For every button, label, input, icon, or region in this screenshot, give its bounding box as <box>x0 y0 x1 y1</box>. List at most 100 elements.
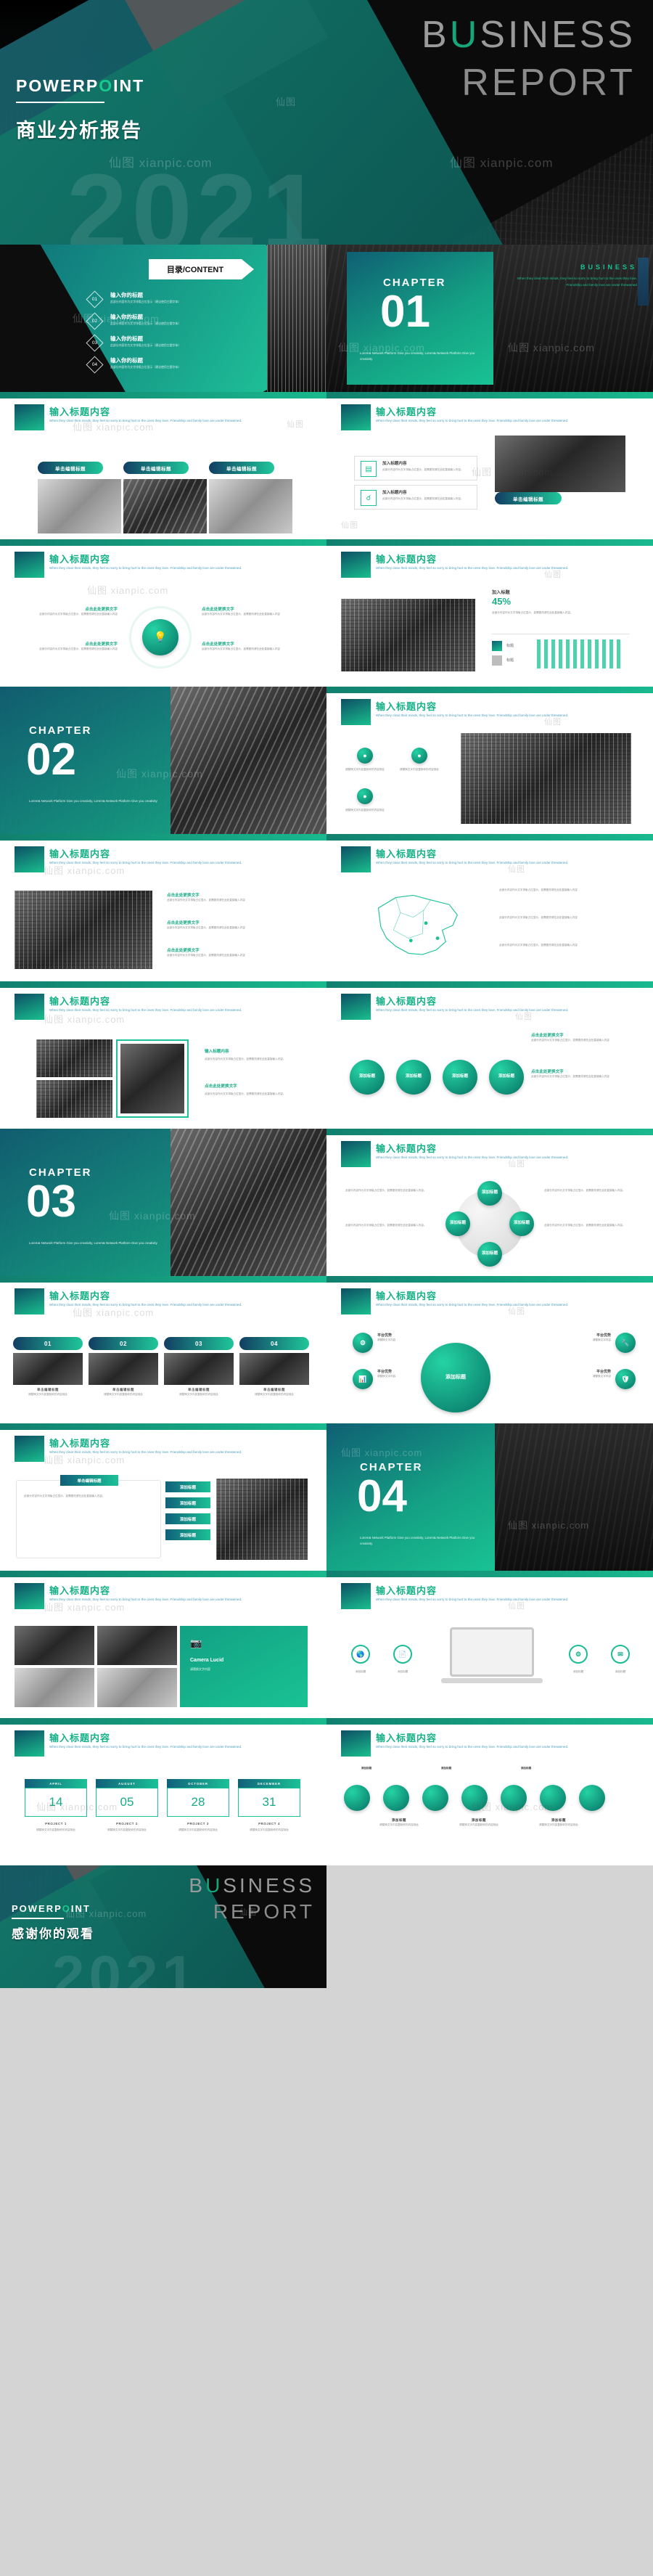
wheel-spoke[interactable]: 添加标题 <box>477 1181 502 1206</box>
sub-tag[interactable]: 添加标题 <box>165 1529 210 1540</box>
wheel-spoke[interactable]: 添加标题 <box>509 1211 534 1236</box>
wheel-spoke[interactable]: 添加标题 <box>477 1242 502 1267</box>
number-item[interactable]: 02 单击编辑标题 请替换文字内容复制你的内容到此 <box>89 1337 158 1397</box>
circle-item[interactable]: 添加标题 <box>396 1060 431 1095</box>
wheel-note[interactable]: 此部分内容作为文字排版占位显示，如需更改请在此处直接输入内容。 <box>544 1223 631 1228</box>
bead[interactable] <box>461 1785 488 1811</box>
bead-item[interactable]: 添加标题 请替换文字内容复制你的内容到此 <box>370 1818 428 1828</box>
wrench-icon[interactable]: 🔧 <box>615 1333 636 1353</box>
shield-icon[interactable]: 🛡 <box>615 1369 636 1389</box>
point-item[interactable]: 点击此处更换文字 此部分内容作为文字排版占位显示，如需更改请在此处直接输入内容 <box>167 892 305 903</box>
bead[interactable] <box>501 1785 527 1811</box>
globe-icon[interactable]: 🌎 <box>351 1645 370 1664</box>
wheel-note[interactable]: 此部分内容作为文字排版占位显示，如需更改请在此处直接输入内容。 <box>544 1188 631 1193</box>
timeline-item[interactable]: DECEMBER 31 PROJECT 4 请替换文字内容复制你的内容到此 <box>238 1779 300 1833</box>
point-item[interactable]: 点击此处更换文字 此部分内容作为文字排版占位显示，如需更改请在此处直接输入内容 <box>531 1068 633 1079</box>
wheel-note[interactable]: 此部分内容作为文字排版占位显示，如需更改请在此处直接输入内容。 <box>345 1188 432 1193</box>
gear-icon[interactable]: ⚙ <box>569 1645 588 1664</box>
big-circle-item[interactable]: 平台优势 请替换文字内容 <box>567 1369 611 1379</box>
sub-tag[interactable]: 添加标题 <box>165 1497 210 1508</box>
ending-pp-part1: POWERP <box>12 1903 62 1914</box>
big-circle-item[interactable]: 平台优势 请替换文字内容 <box>567 1333 611 1343</box>
slide-subtitle: When they clear their minds, they feel s… <box>49 861 242 864</box>
toc-item[interactable]: 01 输入你的标题 此部分内容作为文字排版占位显示（建议使用主题字体） <box>86 290 313 313</box>
title-accent-square <box>15 1730 44 1757</box>
point-body: 此部分内容作为文字排版占位显示，如需更改请在此处直接输入内容 <box>39 613 118 616</box>
bead-item[interactable]: 添加标题 请替换文字内容复制你的内容到此 <box>530 1818 588 1828</box>
slide-subtitle: When they clear their minds, they feel s… <box>376 566 569 570</box>
point-item[interactable]: 点击此处更换文字 此部分内容作为文字排版占位显示，如需更改请在此处直接输入内容 <box>202 606 303 617</box>
slide-title: 输入标题内容 <box>376 1143 438 1154</box>
bead[interactable] <box>579 1785 605 1811</box>
bead[interactable] <box>540 1785 566 1811</box>
point-item[interactable]: 点击此处更换文字 此部分内容作为文字排版占位显示，如需更改请在此处直接输入内容 <box>16 606 118 617</box>
doc-icon[interactable]: 📄 <box>393 1645 412 1664</box>
timeline-item[interactable]: APRIL 14 PROJECT 1 请替换文字内容复制你的内容到此 <box>25 1779 87 1833</box>
ending-biz-part1: B <box>189 1874 206 1897</box>
wheel-spoke[interactable]: 添加标题 <box>445 1211 470 1236</box>
cover-divider <box>16 102 104 103</box>
number-item[interactable]: 03 单击编辑标题 请替换文字内容复制你的内容到此 <box>164 1337 234 1397</box>
toc-item[interactable]: 02 输入你的标题 此部分内容作为文字排版占位显示（建议使用主题字体） <box>86 312 313 335</box>
sub-tag[interactable]: 添加标题 <box>165 1513 210 1524</box>
edit-title-button[interactable]: 单击编辑标题 <box>38 462 103 474</box>
number-item[interactable]: 04 单击编辑标题 请替换文字内容复制你的内容到此 <box>239 1337 309 1397</box>
timeline-item[interactable]: OCTOBER 28 PROJECT 3 请替换文字内容复制你的内容到此 <box>167 1779 229 1833</box>
slide-topbar <box>326 1129 653 1135</box>
slide-title: 输入标题内容 <box>49 554 111 565</box>
toc-item[interactable]: 04 输入你的标题 此部分内容作为文字排版占位显示（建议使用主题字体） <box>86 356 313 378</box>
cover-biz-part2: SINESS <box>480 14 636 56</box>
circle-item[interactable]: 添加标题 <box>489 1060 524 1095</box>
photo-grid-badge[interactable]: 📷 Camera Lucid 请替换文字内容 <box>180 1626 308 1707</box>
cover-pp-part1: POWERP <box>16 76 99 95</box>
big-circle-item[interactable]: 平台优势 请替换文字内容 <box>377 1333 419 1343</box>
bead[interactable] <box>422 1785 448 1811</box>
point-item[interactable]: 点击此处更换文字 此部分内容作为文字排版占位显示，如需更改请在此处直接输入内容 <box>202 641 303 652</box>
main-tag[interactable]: 单击编辑标题 <box>60 1475 118 1486</box>
circle-item[interactable]: 添加标题 <box>443 1060 477 1095</box>
bead[interactable] <box>344 1785 370 1811</box>
ending-biz-part2: SINESS <box>223 1874 315 1897</box>
edit-title-button[interactable]: 单击编辑标题 <box>495 492 562 504</box>
number-item[interactable]: 01 单击编辑标题 请替换文字内容复制你的内容到此 <box>13 1337 83 1397</box>
wheel-note[interactable]: 此部分内容作为文字排版占位显示，如需更改请在此处直接输入内容。 <box>345 1223 432 1228</box>
edit-title-button[interactable]: 单击编辑标题 <box>209 462 274 474</box>
toc-item-desc: 此部分内容作为文字排版占位显示（建议使用主题字体） <box>110 322 181 325</box>
slide-laptop: 输入标题内容 When they clear their minds, they… <box>326 1571 653 1718</box>
map-callout[interactable]: 此部分内容作为文字排版占位显示，如需更改请在此处直接输入内容 <box>499 943 626 948</box>
point-item[interactable]: 点击此处更换文字 此部分内容作为文字排版占位显示，如需更改请在此处直接输入内容 <box>167 947 305 958</box>
toc-item[interactable]: 03 输入你的标题 此部分内容作为文字排版占位显示（建议使用主题字体） <box>86 334 313 356</box>
circle-item[interactable]: 添加标题 <box>350 1060 385 1095</box>
card[interactable]: ● 请替换文字内容复制你的内容到此 <box>395 748 443 772</box>
bead-top-label: 添加标题 <box>361 1767 372 1770</box>
chapter-right-text: When they clear their minds, they feel s… <box>517 277 637 287</box>
point-item[interactable]: 点击此处更换文字 此部分内容作为文字排版占位显示，如需更改请在此处直接输入内容 <box>531 1032 633 1043</box>
edit-title-button[interactable]: 单击编辑标题 <box>123 462 189 474</box>
chart-icon[interactable]: 📊 <box>353 1369 373 1389</box>
slide-map: 输入标题内容 When they clear their minds, they… <box>326 834 653 981</box>
timeline-body: 请替换文字内容复制你的内容到此 <box>178 1828 218 1831</box>
point-heading: 点击此处更换文字 <box>85 608 118 612</box>
slide-row-12: 2021 POWERPOINT 感谢你的观看 BUSINESS REPORT 仙… <box>0 1865 653 1988</box>
info-row[interactable]: ☌ 加入标题内容 此部分内容作为文字排版占位显示，如需更改请在此处直接输入内容。 <box>354 485 477 510</box>
note-body: 此部分内容作为文字排版占位显示，如需更改请在此处直接输入内容。 <box>544 1189 625 1192</box>
card[interactable]: ● 请替换文字内容复制你的内容到此 <box>341 748 389 772</box>
point-item[interactable]: 点击此处更换文字 此部分内容作为文字排版占位显示，如需更改请在此处直接输入内容 <box>167 920 305 931</box>
map-callout[interactable]: 此部分内容作为文字排版占位显示，如需更改请在此处直接输入内容 <box>499 915 626 920</box>
legend-swatch <box>492 655 502 666</box>
mail-icon[interactable]: ✉ <box>611 1645 630 1664</box>
bead[interactable] <box>383 1785 409 1811</box>
big-circle-item[interactable]: 平台优势 请替换文字内容 <box>377 1369 419 1379</box>
big-circle-center[interactable]: 添加标题 <box>421 1343 490 1412</box>
sub-tag[interactable]: 添加标题 <box>165 1481 210 1492</box>
bead-item[interactable]: 添加标题 请替换文字内容复制你的内容到此 <box>450 1818 508 1828</box>
timeline-item[interactable]: AUGUST 05 PROJECT 2 请替换文字内容复制你的内容到此 <box>96 1779 158 1833</box>
photo <box>461 733 631 824</box>
gear-icon[interactable]: ⚙ <box>353 1333 373 1353</box>
card[interactable]: ● 请替换文字内容复制你的内容到此 <box>341 788 389 813</box>
point-item[interactable]: 点击此处更换文字 此部分内容作为文字排版占位显示，如需更改请在此处直接输入内容 <box>16 641 118 652</box>
map-callout[interactable]: 此部分内容作为文字排版占位显示，如需更改请在此处直接输入内容 <box>499 888 626 893</box>
slide-topbar <box>326 981 653 988</box>
slide-row-1: 目录/CONTENT 01 输入你的标题 此部分内容作为文字排版占位显示（建议使… <box>0 245 653 392</box>
info-row[interactable]: ▤ 加入标题内容 此部分内容作为文字排版占位显示，如需更改请在此处直接输入内容。 <box>354 456 477 481</box>
